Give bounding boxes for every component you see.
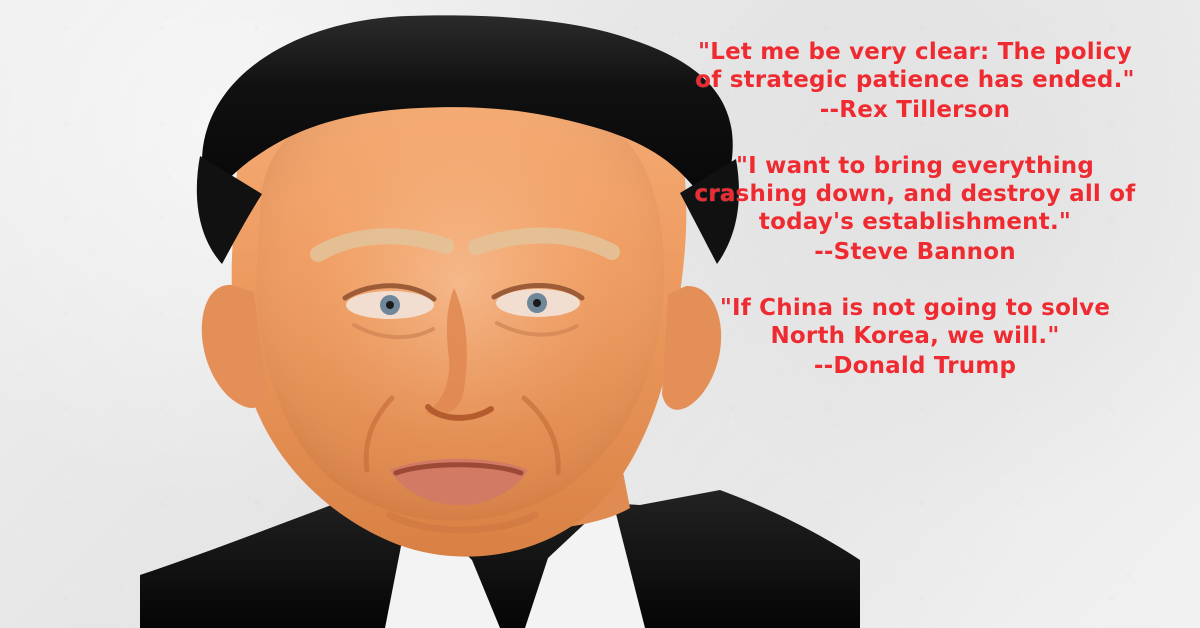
meme-canvas: "Let me be very clear: The policy of str… [0, 0, 1200, 628]
left-pupil [386, 301, 394, 309]
quote-author: --Steve Bannon [814, 239, 1016, 265]
quote-list: "Let me be very clear: The policy of str… [690, 38, 1140, 408]
quote-text: "I want to bring everything crashing dow… [694, 153, 1136, 235]
quote-text: "Let me be very clear: The policy of str… [695, 39, 1135, 93]
quote-block-tillerson: "Let me be very clear: The policy of str… [690, 38, 1140, 124]
quote-author: --Rex Tillerson [819, 97, 1011, 123]
quote-block-trump: "If China is not going to solve North Ko… [690, 294, 1140, 380]
quote-block-bannon: "I want to bring everything crashing dow… [690, 152, 1140, 266]
quote-author: --Donald Trump [813, 353, 1017, 379]
right-pupil [533, 299, 541, 307]
quote-text: "If China is not going to solve North Ko… [719, 295, 1111, 349]
